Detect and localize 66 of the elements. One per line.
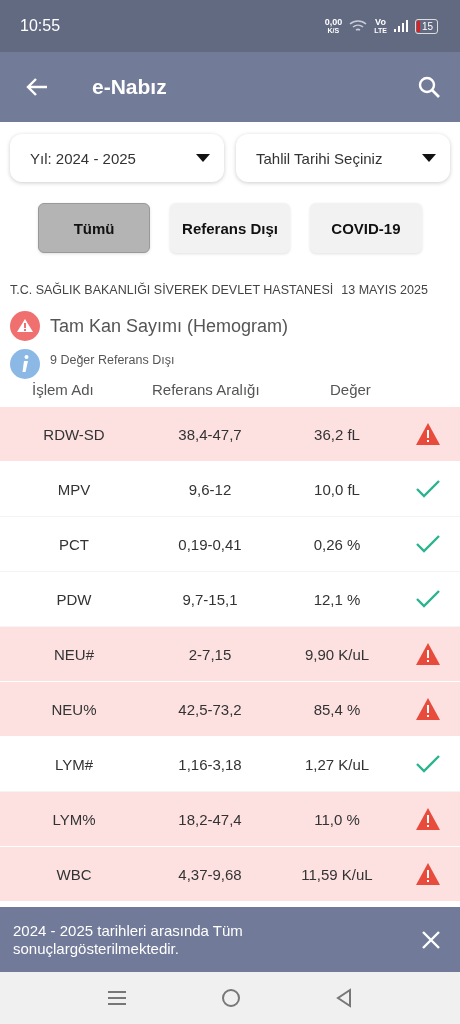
table-cell-text: PCT: [58, 535, 90, 553]
test-title: Tam Kan Sayımı (Hemogram): [50, 315, 289, 337]
table-cell-text: 38,4-47,7: [177, 425, 243, 443]
warning-icon: [415, 807, 441, 831]
table-cell-text: 11,0 %: [313, 810, 361, 828]
table-cell-text: 1,27 K/uL: [303, 755, 371, 773]
dropdown-caret-icon: [196, 154, 210, 162]
test-date: 13 MAYIS 2025: [341, 283, 428, 297]
check-icon: [416, 480, 440, 498]
wifi-icon: [349, 19, 368, 33]
table-cell-text: 9,7-15,1: [181, 590, 239, 608]
table-cell-text: 12,1 %: [312, 590, 362, 608]
filter-tab[interactable]: Tümü: [38, 203, 151, 253]
battery-icon: 15: [414, 18, 438, 34]
table-cell-text: RDW-SD: [42, 425, 106, 443]
filter-tab[interactable]: COVID-19: [309, 203, 422, 253]
column-header: Referans Aralığı: [151, 381, 261, 400]
menu-icon[interactable]: [108, 990, 126, 1006]
search-icon[interactable]: [418, 76, 440, 98]
table-cell-text: NEU#: [53, 645, 95, 663]
warning-icon: [415, 642, 441, 666]
snackbar-message: 2024 - 2025 tarihleri arasında Tüm sonuçlargösterilmektedir.: [13, 921, 244, 958]
column-header: Değer: [329, 381, 371, 400]
signal-icon: [393, 20, 408, 32]
filter-tab[interactable]: Referans Dışı: [170, 203, 290, 253]
table-cell-text: 9,6-12: [187, 480, 233, 498]
out-of-range-count: 9 Değer Referans Dışı: [50, 353, 175, 367]
check-icon: [416, 535, 440, 553]
table-cell-text: 0,19-0,41: [177, 535, 243, 553]
volte-label: Vo: [375, 18, 386, 27]
table-cell-text: LYM%: [51, 810, 97, 828]
check-icon: [416, 590, 440, 608]
hospital-name: T.C. SAĞLIK BAKANLIĞI SİVEREK DEVLET HASTANESİ: [10, 283, 334, 297]
info-icon: [10, 349, 40, 379]
column-header: İşlem Adı: [31, 381, 95, 400]
table-cell-text: 36,2 fL: [313, 425, 361, 443]
table-cell-text: MPV: [56, 480, 92, 498]
table-cell-text: 10,0 fL: [313, 480, 361, 498]
back-icon[interactable]: [336, 988, 352, 1008]
table-cell-text: NEU%: [50, 700, 98, 718]
table-cell-text: 85,4 %: [312, 700, 362, 718]
table-cell-text: 42,5-73,2: [177, 700, 243, 718]
table-cell-text: 4,37-9,68: [177, 865, 243, 883]
dropdown[interactable]: Yıl: 2024 - 2025: [10, 134, 224, 182]
table-cell-text: WBC: [55, 865, 93, 883]
network-speed: 0,00: [324, 18, 343, 27]
back-arrow-icon[interactable]: [26, 77, 48, 97]
table-cell-text: 0,26 %: [312, 535, 362, 553]
app-title: e-Nabız: [92, 75, 168, 99]
table-cell-text: PDW: [55, 590, 93, 608]
dropdown[interactable]: Tahlil Tarihi Seçiniz: [236, 134, 450, 182]
home-icon[interactable]: [221, 988, 241, 1008]
close-icon[interactable]: [422, 930, 440, 949]
dropdown-caret-icon: [422, 154, 436, 162]
warning-icon: [415, 862, 441, 886]
table-cell-text: LYM#: [53, 755, 95, 773]
table-cell-text: 18,2-47,4: [177, 810, 243, 828]
table-cell-text: 9,90 K/uL: [303, 645, 371, 663]
check-icon: [416, 755, 440, 773]
clock: 10:55: [20, 17, 61, 35]
table-cell-text: 11,59 K/uL: [300, 865, 374, 883]
warning-icon: [415, 697, 441, 721]
table-cell-text: 2-7,15: [187, 645, 233, 663]
warning-icon: [415, 422, 441, 446]
warning-icon: [10, 311, 40, 341]
table-cell-text: 1,16-3,18: [177, 755, 243, 773]
